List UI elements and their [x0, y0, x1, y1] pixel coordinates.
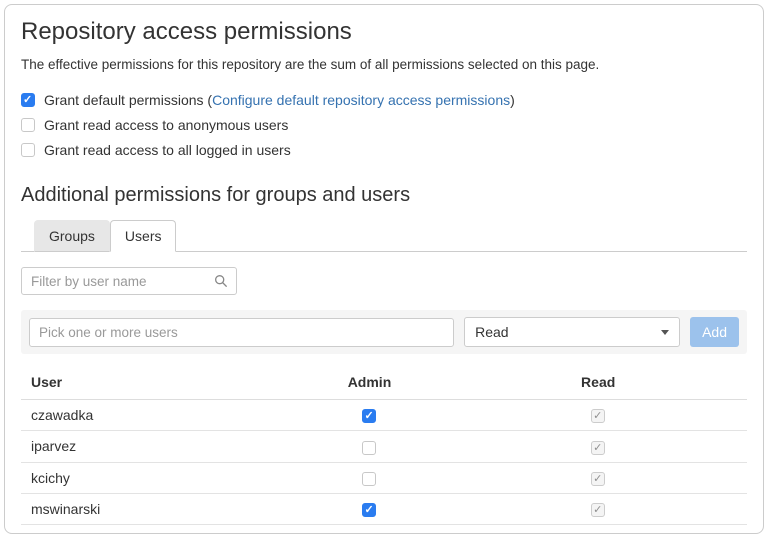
user-name: mswinarski	[21, 493, 290, 526]
repository-permissions-page: Repository access permissions The effect…	[4, 4, 764, 534]
additional-permissions-heading: Additional permissions for groups and us…	[21, 184, 411, 206]
global-permissions-list: Grant default permissions (Configure def…	[21, 87, 747, 162]
column-header-admin: Admin	[289, 364, 450, 400]
admin-checkbox[interactable]	[362, 440, 377, 455]
grant-anonymous-read-row: Grant read access to anonymous users	[21, 112, 747, 137]
admin-checkbox[interactable]	[362, 503, 377, 518]
grant-logged-in-read-checkbox[interactable]	[21, 142, 35, 157]
chevron-down-icon	[661, 329, 670, 335]
users-permissions-table: User Admin Read czawadka iparvez kcichy	[21, 364, 747, 533]
column-header-user: User	[21, 364, 290, 400]
grant-default-permissions-label: Grant default permissions (Configure def…	[44, 91, 515, 108]
filter-user-input[interactable]	[21, 267, 237, 295]
admin-checkbox[interactable]	[362, 409, 377, 424]
page-subtitle: The effective permissions for this repos…	[21, 57, 600, 72]
user-name: vpetrychuk	[21, 524, 290, 533]
user-filter	[21, 267, 237, 295]
add-permission-panel: Read Add	[21, 310, 747, 354]
table-header-row: User Admin Read	[21, 364, 747, 400]
page-title: Repository access permissions	[21, 18, 352, 45]
column-header-read: Read	[449, 364, 747, 400]
grant-logged-in-read-label: Grant read access to all logged in users	[44, 141, 291, 158]
read-checkbox	[591, 471, 606, 486]
table-row: czawadka	[21, 399, 747, 432]
grant-anonymous-read-checkbox[interactable]	[21, 117, 35, 132]
search-icon	[215, 275, 227, 287]
table-row: iparvez	[21, 430, 747, 463]
pick-users-input[interactable]	[29, 317, 455, 347]
configure-default-permissions-link[interactable]: Configure default repository access perm…	[212, 92, 510, 108]
admin-checkbox[interactable]	[362, 471, 377, 486]
tab-groups[interactable]: Groups	[34, 220, 110, 252]
table-row: kcichy	[21, 462, 747, 494]
read-checkbox	[591, 409, 606, 424]
grant-default-permissions-checkbox[interactable]	[21, 92, 35, 107]
add-button[interactable]: Add	[690, 317, 739, 347]
table-row: mswinarski	[21, 493, 747, 526]
user-name: czawadka	[21, 399, 290, 432]
permission-select-value: Read	[475, 324, 509, 340]
permission-select[interactable]: Read	[464, 317, 681, 347]
grant-logged-in-read-row: Grant read access to all logged in users	[21, 137, 747, 162]
groups-users-tabs: Groups Users	[21, 220, 747, 252]
read-checkbox	[591, 440, 606, 455]
table-row: vpetrychuk	[21, 524, 747, 533]
read-checkbox	[591, 503, 606, 518]
grant-default-permissions-row: Grant default permissions (Configure def…	[21, 87, 747, 112]
user-name: iparvez	[21, 430, 290, 463]
tab-users[interactable]: Users	[109, 220, 177, 252]
user-name: kcichy	[21, 462, 290, 494]
grant-anonymous-read-label: Grant read access to anonymous users	[44, 116, 289, 133]
